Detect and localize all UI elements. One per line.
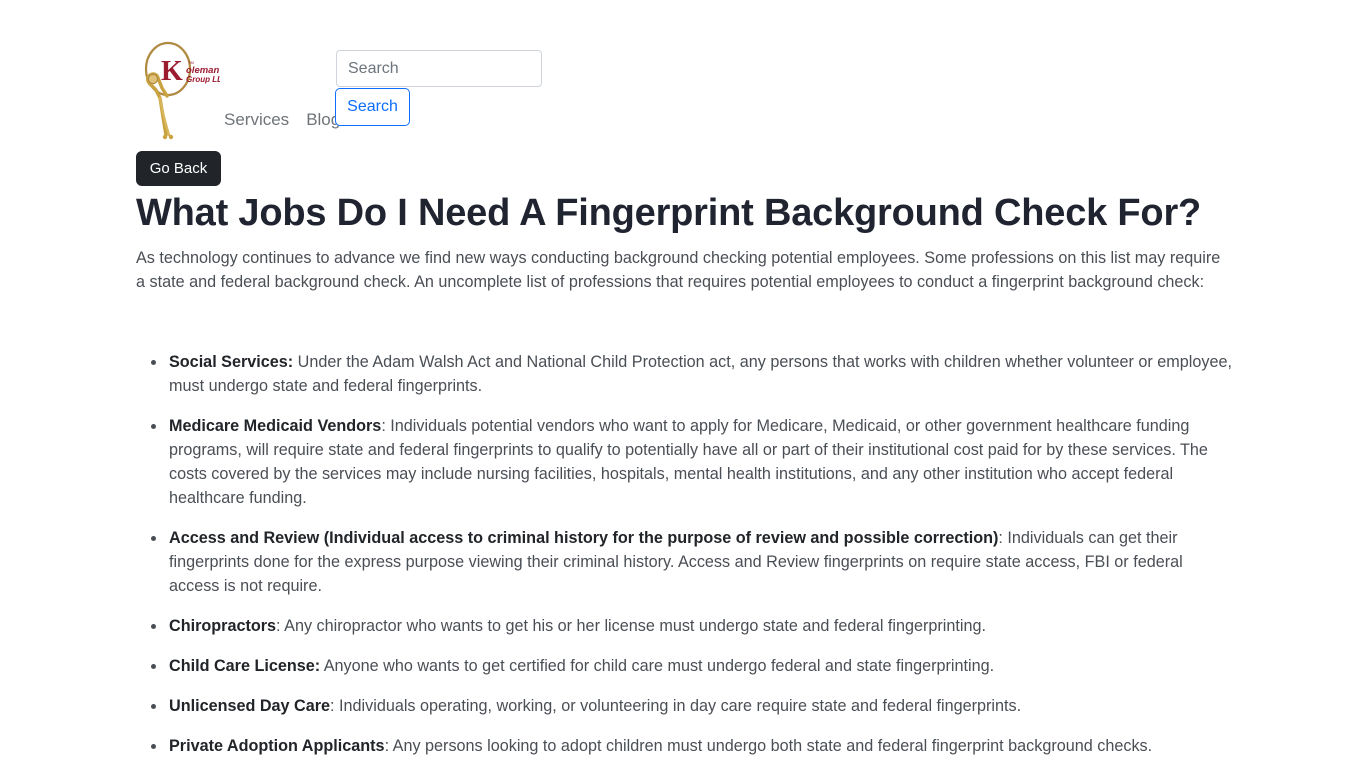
page-root: K TM oleman Group LLC. Services Blog Sea…	[0, 0, 1366, 768]
go-back-button[interactable]: Go Back	[136, 151, 221, 186]
search-input[interactable]	[336, 50, 542, 87]
intro-paragraph: As technology continues to advance we fi…	[136, 249, 1221, 291]
list-item-text: : Any chiropractor who wants to get his …	[276, 617, 986, 635]
list-item-term: Private Adoption Applicants	[169, 737, 385, 755]
professions-list: Social Services: Under the Adam Walsh Ac…	[136, 350, 1232, 768]
list-item-text: Anyone who wants to get certified for ch…	[320, 657, 995, 675]
svg-text:Group LLC.: Group LLC.	[186, 75, 220, 84]
list-item-term: Access and Review (Individual access to …	[169, 529, 999, 547]
list-item: Private Adoption Applicants: Any persons…	[151, 734, 1232, 758]
list-item: Chiropractors: Any chiropractor who want…	[151, 614, 1232, 638]
list-item-term: Medicare Medicaid Vendors	[169, 417, 382, 435]
list-item-term: Chiropractors	[169, 617, 277, 635]
search-button[interactable]: Search	[335, 88, 410, 126]
site-logo[interactable]: K TM oleman Group LLC.	[136, 36, 220, 140]
list-item-term: Child Care License:	[169, 657, 321, 675]
list-item: Unlicensed Day Care: Individuals operati…	[151, 694, 1232, 718]
nav-item-services[interactable]: Services	[224, 110, 289, 130]
koleman-group-logo-icon: K TM oleman Group LLC.	[144, 41, 220, 140]
svg-text:K: K	[161, 56, 183, 87]
list-item: Medicare Medicaid Vendors: Individuals p…	[151, 414, 1232, 510]
site-header: K TM oleman Group LLC. Services Blog Sea…	[136, 36, 1236, 142]
list-item: Social Services: Under the Adam Walsh Ac…	[151, 350, 1232, 398]
list-item-text: Under the Adam Walsh Act and National Ch…	[169, 353, 1232, 395]
list-item-term: Unlicensed Day Care	[169, 697, 331, 715]
list-item: Child Care License: Anyone who wants to …	[151, 654, 1232, 678]
list-item-text: : Individuals operating, working, or vol…	[330, 697, 1022, 715]
list-item-term: Social Services:	[169, 353, 294, 371]
page-title: What Jobs Do I Need A Fingerprint Backgr…	[136, 192, 1202, 234]
list-item-text: : Any persons looking to adopt children …	[384, 737, 1153, 755]
list-item: Access and Review (Individual access to …	[151, 526, 1232, 598]
main-nav: Services Blog	[224, 110, 340, 130]
